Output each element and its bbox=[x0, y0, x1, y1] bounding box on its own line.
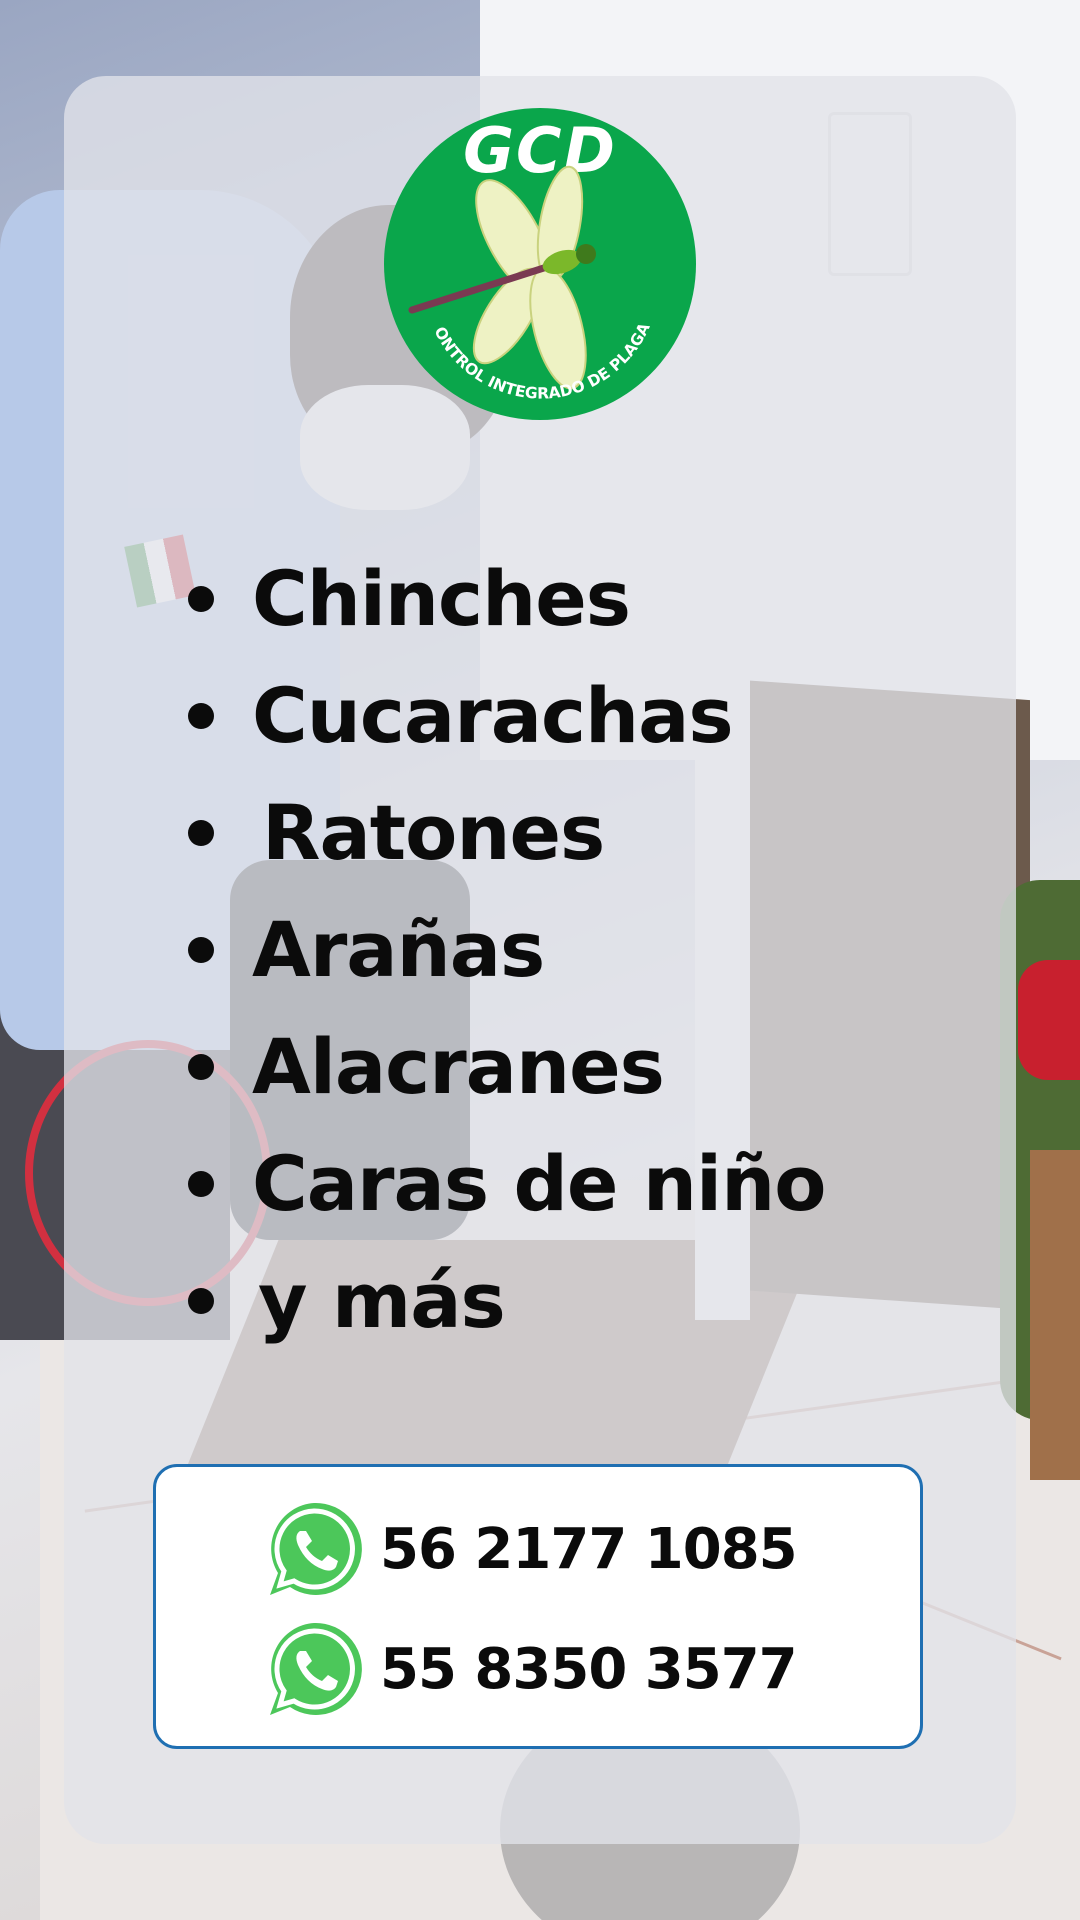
pest-item-caras-de-nino: Caras de niño bbox=[180, 1125, 826, 1242]
whatsapp-icon bbox=[270, 1502, 362, 1595]
bullet-icon bbox=[188, 1288, 214, 1314]
phone-row[interactable]: 55 8350 3577 bbox=[262, 1617, 798, 1721]
background-flowers bbox=[1018, 960, 1080, 1080]
pest-label: Chinches bbox=[252, 554, 631, 643]
pest-item-alacranes: Alacranes bbox=[180, 1008, 825, 1125]
bullet-icon bbox=[188, 1054, 214, 1080]
pest-label: Arañas bbox=[252, 905, 545, 994]
bullet-icon bbox=[188, 703, 214, 729]
pest-label: Caras de niño bbox=[252, 1139, 826, 1228]
pest-item-ratones: Ratones bbox=[180, 774, 825, 891]
background-pot bbox=[1030, 1150, 1080, 1480]
logo-brand: GCD bbox=[463, 114, 617, 187]
whatsapp-icon bbox=[270, 1622, 362, 1715]
pest-item-aranas: Arañas bbox=[180, 891, 825, 1008]
phone-number: 55 8350 3577 bbox=[380, 1636, 798, 1702]
phone-row[interactable]: 56 2177 1085 bbox=[262, 1497, 798, 1601]
pest-label: y más bbox=[258, 1256, 506, 1345]
phone-number: 56 2177 1085 bbox=[380, 1516, 798, 1582]
pest-item-chinches: Chinches bbox=[180, 540, 825, 657]
gcd-logo: GCD CONTROL INTEGRADO DE PLAGAS bbox=[382, 106, 696, 420]
pest-item-y-mas: y más bbox=[180, 1242, 825, 1359]
flyer: GCD CONTROL INTEGRADO DE PLAGAS Chinches… bbox=[0, 0, 1080, 1920]
bullet-icon bbox=[188, 1171, 214, 1197]
contact-box: 56 2177 1085 55 8350 3577 bbox=[153, 1464, 923, 1749]
pest-item-cucarachas: Cucarachas bbox=[180, 657, 825, 774]
bullet-icon bbox=[188, 820, 214, 846]
bullet-icon bbox=[188, 586, 214, 612]
pest-list: Chinches Cucarachas Ratones Arañas Alacr… bbox=[180, 540, 826, 1359]
pest-label: Alacranes bbox=[252, 1022, 665, 1111]
pest-label: Cucarachas bbox=[252, 671, 734, 760]
pest-label: Ratones bbox=[262, 788, 605, 877]
bullet-icon bbox=[188, 937, 214, 963]
